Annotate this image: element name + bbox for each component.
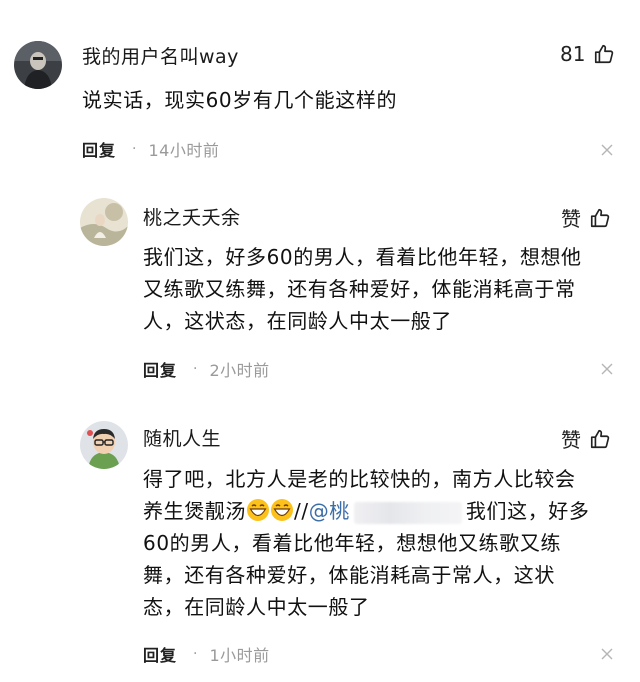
reply-meta: 回复 · 1小时前 xyxy=(143,642,270,666)
reply-username[interactable]: 随机人生 xyxy=(143,424,221,451)
redacted-mention xyxy=(353,501,462,524)
avatar[interactable] xyxy=(14,41,62,89)
thumbs-up-icon[interactable] xyxy=(593,43,615,65)
reply-text-line: 人，这状态，在同龄人中太一般了 xyxy=(143,309,452,333)
like-button[interactable]: 赞 xyxy=(561,424,611,453)
reply-text-line: 得了吧，北方人是老的比较快的，南方人比较会 xyxy=(143,467,576,491)
reply-text-line: 养生煲靓汤 //@桃 我们这，好多 xyxy=(143,495,590,527)
reply-text-segment: 养生煲靓汤 xyxy=(143,499,246,523)
close-icon[interactable] xyxy=(601,648,615,662)
like-button[interactable]: 81 xyxy=(560,42,615,66)
reply-text-separator: // xyxy=(294,499,309,523)
reply-time: 2小时前 xyxy=(209,361,270,380)
avatar[interactable] xyxy=(80,198,128,246)
thumbs-up-icon[interactable] xyxy=(589,428,611,450)
reply-button[interactable]: 回复 xyxy=(82,137,116,161)
close-icon[interactable] xyxy=(601,144,615,158)
reply-meta: 回复 · 2小时前 xyxy=(143,357,270,381)
grinning-emoji-icon xyxy=(246,498,270,522)
mention-link[interactable]: @桃 xyxy=(309,499,350,523)
comment-meta: 回复 · 14小时前 xyxy=(82,137,219,161)
reply-button[interactable]: 回复 xyxy=(143,642,177,666)
like-label: 赞 xyxy=(561,428,581,452)
comment-text: 说实话，现实60岁有几个能这样的 xyxy=(82,88,398,112)
like-button[interactable]: 赞 xyxy=(561,203,611,232)
reply-text-line: 又练歌又练舞，还有各种爱好，体能消耗高于常 xyxy=(143,277,576,301)
reply-button[interactable]: 回复 xyxy=(143,357,177,381)
comment-time: 14小时前 xyxy=(148,141,220,160)
thumbs-up-icon[interactable] xyxy=(589,207,611,229)
reply-text-segment: 我们这，好多 xyxy=(465,499,590,523)
avatar[interactable] xyxy=(80,421,128,469)
close-icon[interactable] xyxy=(601,363,615,377)
reply-username[interactable]: 桃之夭夭余 xyxy=(143,203,241,230)
reply-text-line: 态，在同龄人中太一般了 xyxy=(143,595,370,619)
reply-text-line: 我们这，好多60的男人，看着比他年轻，想想他 xyxy=(143,245,582,269)
meta-separator: · xyxy=(132,141,137,157)
reply-text: 得了吧，北方人是老的比较快的，南方人比较会 养生煲靓汤 //@桃 我们这，好多 60… xyxy=(143,463,590,623)
reply-text: 我们这，好多60的男人，看着比他年轻，想想他 又练歌又练舞，还有各种爱好，体能消… xyxy=(143,241,582,337)
grinning-emoji-icon xyxy=(270,498,294,522)
reply-text-line: 60的男人，看着比他年轻，想想他又练歌又练 xyxy=(143,531,562,555)
like-label: 赞 xyxy=(561,207,581,231)
comment-username[interactable]: 我的用户名叫way xyxy=(82,42,239,69)
meta-separator: · xyxy=(193,646,198,662)
like-count: 81 xyxy=(560,42,586,66)
reply-time: 1小时前 xyxy=(209,646,270,665)
meta-separator: · xyxy=(193,361,198,377)
reply-text-line: 舞，还有各种爱好，体能消耗高于常人，这状 xyxy=(143,563,555,587)
